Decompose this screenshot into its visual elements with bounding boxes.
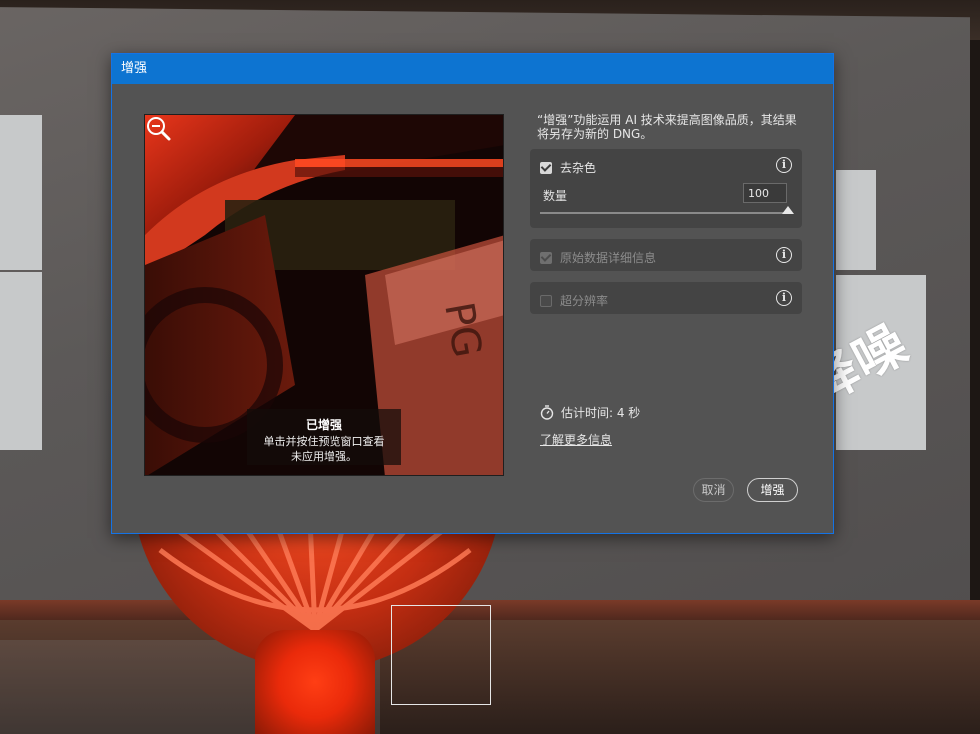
estimate-time-text: 估计时间: 4 秒	[561, 406, 641, 420]
enhanced-status-desc-line2: 未应用增强。	[291, 450, 357, 463]
raw-details-panel: 原始数据详细信息 i	[530, 239, 802, 271]
denoise-panel: 去杂色 i 数量	[530, 149, 802, 228]
cancel-button[interactable]: 取消	[693, 478, 734, 502]
super-resolution-label: 超分辨率	[560, 294, 609, 308]
raw-details-checkbox[interactable]	[540, 251, 552, 264]
dialog-title: 增强	[112, 54, 833, 84]
super-resolution-panel: 超分辨率 i	[530, 282, 802, 314]
learn-more-link[interactable]: 了解更多信息	[540, 431, 612, 448]
super-resolution-info-icon[interactable]: i	[776, 290, 792, 306]
denoise-checkbox[interactable]	[540, 161, 552, 174]
denoise-label: 去杂色	[560, 161, 597, 175]
preview-window[interactable]: PG 已增强 单击并按住预览窗口查看 未应用增强。	[144, 114, 504, 476]
zoom-out-icon[interactable]	[145, 115, 173, 143]
background-letter-shape	[836, 170, 876, 270]
enhance-button[interactable]: 增强	[747, 478, 798, 502]
denoise-row[interactable]: 去杂色	[540, 159, 596, 176]
dialog-description: “增强”功能运用 AI 技术来提高图像品质，其结果将另存为新的 DNG。	[537, 113, 797, 141]
stopwatch-icon	[540, 405, 554, 420]
super-resolution-row[interactable]: 超分辨率	[540, 292, 608, 309]
fan-stand	[255, 630, 375, 734]
amount-slider-track[interactable]	[540, 212, 788, 214]
denoise-info-icon[interactable]: i	[776, 157, 792, 173]
enhance-dialog: 增强 PG 已增强 单击并按住预览窗口查看 未应用增强。 “增强”功能运用 AI…	[111, 53, 834, 534]
super-resolution-checkbox[interactable]	[540, 294, 552, 307]
focus-box	[391, 605, 491, 705]
enhanced-status-title: 已增强	[305, 418, 342, 432]
svg-text:PG: PG	[435, 299, 490, 361]
raw-details-label: 原始数据详细信息	[560, 251, 657, 265]
raw-details-row[interactable]: 原始数据详细信息	[540, 249, 656, 266]
amount-label: 数量	[543, 189, 568, 203]
raw-details-info-icon[interactable]: i	[776, 247, 792, 263]
background-letter-shape	[0, 115, 42, 270]
background-letter-shape	[0, 272, 42, 450]
amount-slider-thumb[interactable]	[782, 206, 794, 214]
estimate-time: 估计时间: 4 秒	[540, 404, 640, 421]
enhanced-status-desc-line1: 单击并按住预览窗口查看	[263, 435, 385, 448]
enhanced-status-label: 已增强 单击并按住预览窗口查看 未应用增强。	[247, 409, 401, 465]
amount-input[interactable]	[743, 183, 787, 203]
